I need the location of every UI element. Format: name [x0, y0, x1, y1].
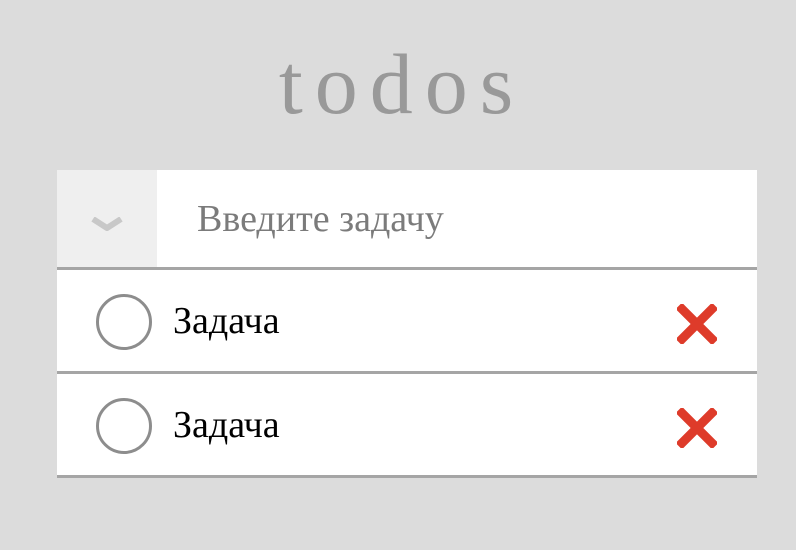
todo-item: Задача — [57, 270, 757, 374]
delete-todo-button[interactable] — [677, 408, 717, 448]
app-title: todos — [278, 36, 526, 132]
new-todo-input[interactable] — [157, 170, 757, 267]
todo-checkbox[interactable] — [96, 398, 152, 454]
close-x-icon — [677, 408, 717, 448]
todo-label[interactable]: Задача — [173, 400, 280, 450]
new-todo-row — [57, 170, 757, 270]
todo-app: Задача Задача — [57, 170, 757, 478]
chevron-down-icon — [91, 217, 123, 231]
toggle-all-button[interactable] — [57, 170, 157, 267]
delete-todo-button[interactable] — [677, 304, 717, 344]
todo-label[interactable]: Задача — [173, 296, 280, 346]
todo-checkbox[interactable] — [96, 294, 152, 350]
todo-item: Задача — [57, 374, 757, 478]
close-x-icon — [677, 304, 717, 344]
